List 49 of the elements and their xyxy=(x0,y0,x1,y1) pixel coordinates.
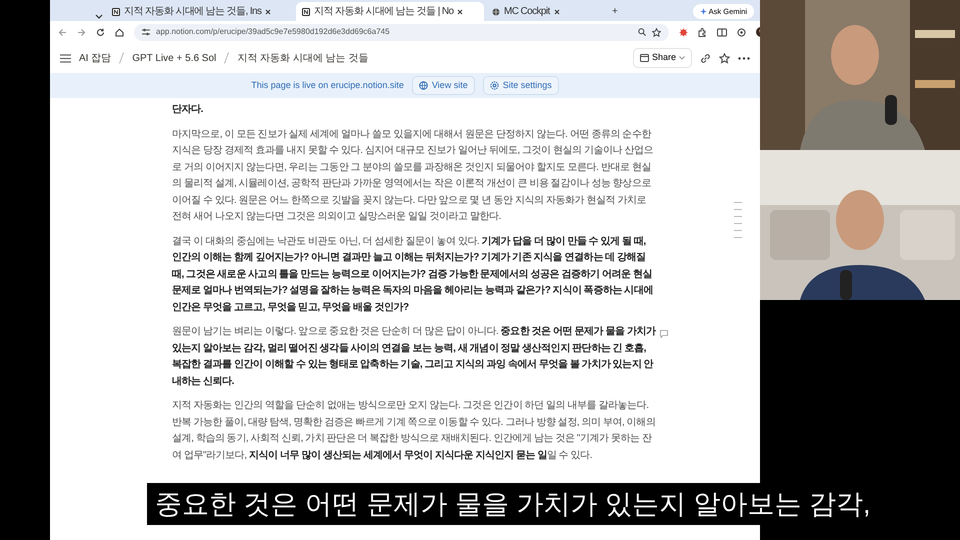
sidebar-icon[interactable] xyxy=(717,28,727,36)
zoom-icon[interactable] xyxy=(638,28,646,36)
close-icon[interactable] xyxy=(265,8,272,14)
tab-list-icon[interactable] xyxy=(94,13,104,21)
close-icon[interactable] xyxy=(554,8,560,14)
paragraph: 단자다. xyxy=(172,103,204,117)
share-button[interactable]: Share xyxy=(632,48,692,68)
url-text: app.notion.com/p/erucipe/39ad5c9e7e5980d192d6e3dd69c6a745 xyxy=(156,26,391,38)
browser-tab[interactable]: 지적 자동화 시대에 남는 것들 | No xyxy=(296,2,484,21)
breadcrumb-separator xyxy=(119,52,124,64)
notion-icon xyxy=(112,8,120,16)
breadcrumb-link[interactable]: GPT Live + 5.6 Sol xyxy=(132,50,216,66)
home-icon[interactable] xyxy=(115,28,124,36)
sparkle-icon xyxy=(700,8,707,16)
notion-icon xyxy=(302,8,310,16)
browser-tab[interactable]: 지적 자동화 시대에 남는 것들, Ins xyxy=(106,2,294,21)
paragraph: 결국 이 대화의 중심에는 낙관도 비관도 아닌, 더 섬세한 질문이 놓여 있다. 기계가 답을 더 많이 만들 수 있게 될 때, 인간의 이해는 함께 깊어지는가? 아니면 결과만 늘고 이해는 뒤처지는가? 기계가 기존 지식을 연결하는 데 강해질 때, 그것은 새로운 사고의 틀을 만드는 능력으로 이어지는가? 검증 가능한 문제에서의 성공은 검증하기 어려운 현실 문제로 얼마나 번역되는가? 설명을 잘하는 능력은 독자의 마음을 헤아리는 능력과 같은가? 지식이 폭증하는 시대에 인간은 무엇을 고르고, 무엇을 믿고, 무엇을 배울 것인가? xyxy=(172,234,654,314)
site-info-icon xyxy=(142,28,150,36)
browser-tab[interactable]: MC Cockpit xyxy=(486,2,604,21)
more-icon[interactable] xyxy=(738,56,750,60)
window-icon xyxy=(640,54,649,62)
reload-icon[interactable] xyxy=(96,28,105,36)
star-icon[interactable] xyxy=(719,52,730,64)
view-site-button[interactable]: View site xyxy=(412,76,475,96)
breadcrumb-link[interactable]: AI 잡담 xyxy=(79,50,112,66)
caret-icon xyxy=(679,56,685,60)
bug-icon[interactable] xyxy=(679,28,688,36)
link-icon[interactable] xyxy=(700,52,711,64)
paragraph: 원문이 남기는 벼리는 이렇다. 앞으로 중요한 것은 단순히 더 많은 답이 아니다. 중요한 것은 어떤 문제가 물을 가치가 있는지 알아보는 감각, 멀리 떨어진 생각들 사이의 연결을 보는 능력, 새 개념이 정말 생산적인지 판단하는 긴 호흡, 복잡한 결과를 인간이 이해할 수 있는 형태로 압축하는 기술, 그리고 지식의 과잉 속에서 무엇을 볼 가치가 있는지 안내하는 신뢰다. xyxy=(172,324,656,390)
menu-icon[interactable] xyxy=(60,54,71,62)
paragraph: 마지막으로, 이 모든 진보가 실제 세계에 얼마나 쓸모 있을지에 대해서 원문은 단정하지 않는다. 어떤 종류의 순수한 지식은 당장 경제적 효과를 내지 못할 수 있다. 심지어 대규모 진보가 일어난 뒤에도, 그것이 현실의 기술이나 산업으로 거의 이어지지 않는다면, 우리는 그동안 그 분야의 쓸모를 과장해온 것인지 되물어야 할지도 모른다. 반대로 현실의 물리적 설계, 시뮬레이션, 공학적 판단과 가까운 영역에서는 작은 이론적 개선이 큰 비용 절감이나 성능 향상으로 이어질 수 있다. 원문은 어느 한쪽으로 깃발을 꽂지 않는다. 다만 앞으로 몇 년 동안 지식의 자동화가 현실적 가치로 전혀 새어 나오지 않는다면 그것은 의외이고 실망스러운 일일 것이라고 말한다. xyxy=(172,128,654,224)
star-icon[interactable] xyxy=(652,28,661,36)
new-tab-button[interactable]: + xyxy=(606,2,624,21)
banner-text: This page is live on erucipe.notion.site xyxy=(251,78,404,92)
back-icon[interactable] xyxy=(58,28,67,36)
puzzle-icon[interactable] xyxy=(698,28,707,36)
breadcrumb-separator xyxy=(224,52,230,64)
gear-icon xyxy=(490,81,499,90)
paragraph: 지적 자동화는 인간의 역할을 단순히 없애는 방식으로만 오지 않는다. 그것은 인간이 하던 일의 내부를 갈라놓는다. 반복 가능한 풀이, 대량 탐색, 명확한 검증은 빠르게 기계 쪽으로 이동할 수 있다. 그러나 방향 설정, 의미 부여, 이해의 설계, 학습의 동기, 사회적 신뢰, 가치 판단은 더 복잡한 방식으로 재배치된다. 인간에게 남는 것은 "기계가 못하는 잔여 업무"라기보다, 지식이 너무 많이 생산되는 세계에서 무엇이 지식다운 지식인지 묻는 일일 수 있다. xyxy=(172,399,656,462)
outline-markers[interactable] xyxy=(734,202,742,238)
breadcrumb-link[interactable]: 지적 자동화 시대에 남는 것들 xyxy=(237,50,368,66)
comment-icon[interactable] xyxy=(660,330,668,338)
site-settings-button[interactable]: Site settings xyxy=(482,76,559,96)
globe-icon xyxy=(492,8,500,16)
forward-icon[interactable] xyxy=(77,28,86,36)
media-icon[interactable] xyxy=(737,28,746,36)
address-bar[interactable]: app.notion.com/p/erucipe/39ad5c9e7e5980d192d6e3dd69c6a745 xyxy=(134,24,669,40)
globe-icon xyxy=(418,81,428,90)
close-icon[interactable] xyxy=(457,8,464,14)
